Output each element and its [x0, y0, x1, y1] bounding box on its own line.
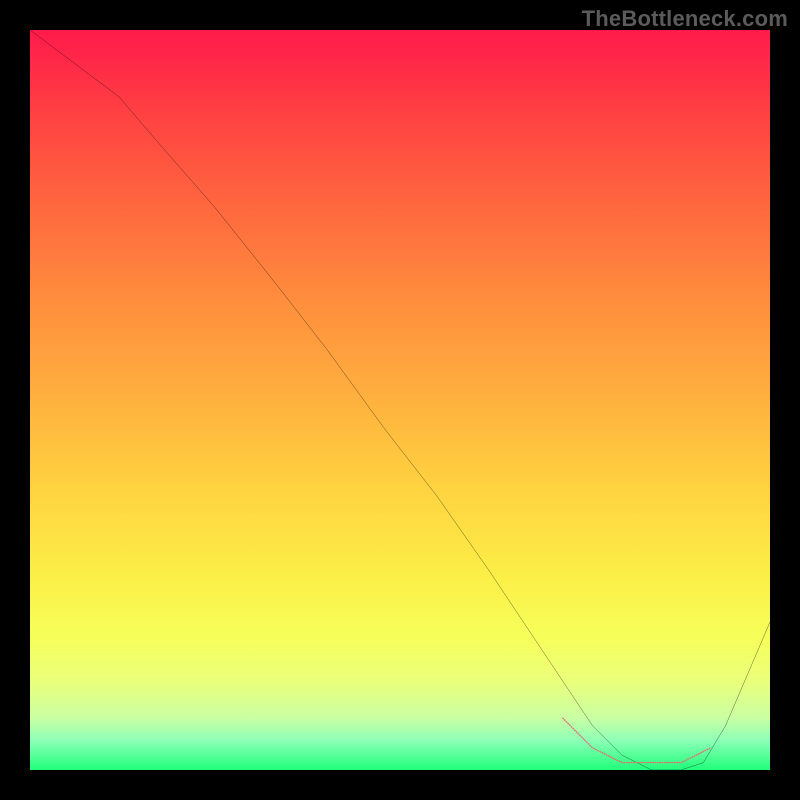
highlight-curve — [563, 718, 711, 762]
chart-svg — [30, 30, 770, 770]
watermark-text: TheBottleneck.com — [582, 6, 788, 32]
main-curve — [30, 30, 770, 770]
plot-area — [30, 30, 770, 770]
chart-frame: TheBottleneck.com — [0, 0, 800, 800]
